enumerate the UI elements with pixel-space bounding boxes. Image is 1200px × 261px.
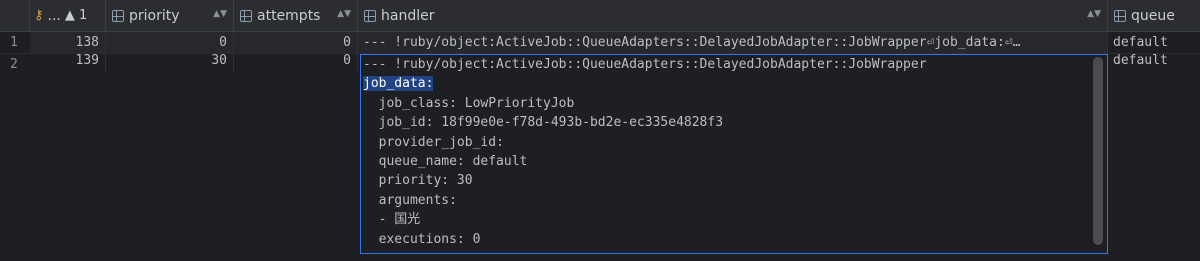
row-number[interactable]: 2 [0, 54, 30, 76]
editor-line[interactable]: queue_name: default [361, 152, 1107, 171]
editor-line[interactable]: executions: 0 [361, 230, 1107, 249]
editor-line[interactable]: job_class: LowPriorityJob [361, 94, 1107, 113]
table-cell-id[interactable]: 139 [30, 50, 106, 72]
column-header-handler[interactable]: handler ▲▼ [358, 0, 1108, 32]
row-number[interactable]: 1 [0, 32, 30, 54]
row-number-header [0, 0, 30, 32]
editor-line[interactable]: priority: 30 [361, 171, 1107, 190]
column-header-id-label: ... [47, 7, 61, 24]
column-header-handler-label: handler [381, 7, 435, 24]
editor-scrollbar[interactable] [1093, 57, 1103, 245]
handler-cell-editor[interactable]: --- !ruby/object:ActiveJob::QueueAdapter… [360, 54, 1108, 254]
column-header-queue[interactable]: queue [1108, 0, 1200, 32]
editor-line[interactable]: --- !ruby/object:ActiveJob::QueueAdapter… [361, 55, 1107, 74]
column-header-priority[interactable]: priority ▲▼ [106, 0, 234, 32]
column-grid-icon [240, 9, 252, 22]
sort-ascending-indicator[interactable]: ▲ 1 [65, 8, 87, 23]
sort-toggle-icon[interactable]: ▲▼ [337, 9, 351, 19]
column-header-attempts[interactable]: attempts ▲▼ [234, 0, 358, 32]
column-grid-icon [364, 9, 376, 22]
column-header-attempts-label: attempts [257, 7, 321, 24]
column-grid-icon [1114, 9, 1126, 22]
column-header-id[interactable]: ⚷ ... ▲ 1 [30, 0, 106, 32]
column-header-priority-label: priority [129, 7, 180, 24]
editor-selection[interactable]: job_data: [363, 76, 434, 92]
key-icon: ⚷ [34, 8, 44, 23]
editor-line[interactable]: arguments: [361, 191, 1107, 210]
table-cell-handler[interactable]: --- !ruby/object:ActiveJob::QueueAdapter… [358, 32, 1108, 54]
editor-line[interactable]: provider_job_id: [361, 133, 1107, 152]
editor-line[interactable]: job_data: [361, 74, 1107, 93]
editor-line[interactable]: - 国光 [361, 210, 1107, 229]
table-cell-attempts[interactable]: 0 [234, 50, 358, 72]
table-cell-queue[interactable]: default [1108, 50, 1200, 72]
sort-toggle-icon[interactable]: ▲▼ [213, 9, 227, 19]
column-header-queue-label: queue [1131, 7, 1175, 24]
column-grid-icon [112, 9, 124, 22]
sort-toggle-icon[interactable]: ▲▼ [1087, 9, 1101, 19]
editor-line[interactable]: job_id: 18f99e0e-f78d-493b-bd2e-ec335e48… [361, 113, 1107, 132]
table-cell-priority[interactable]: 30 [106, 50, 234, 72]
